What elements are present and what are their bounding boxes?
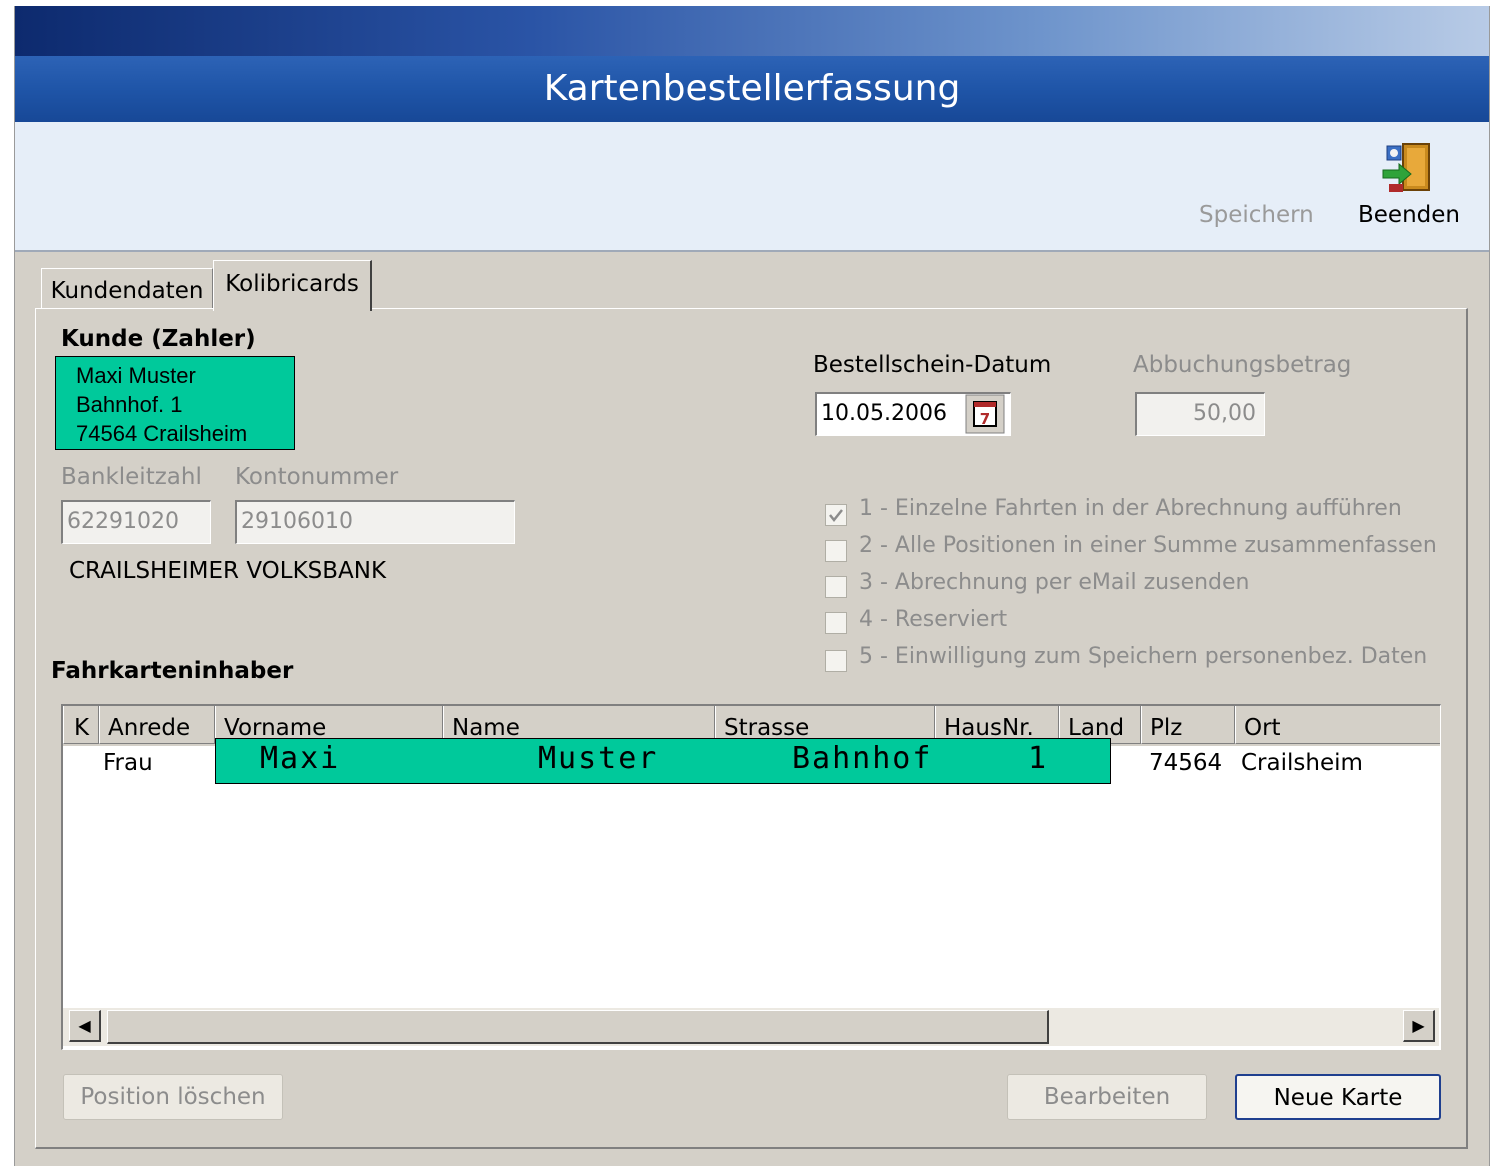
new-card-button[interactable]: Neue Karte xyxy=(1235,1074,1441,1120)
option-1-label: 1 - Einzelne Fahrten in der Abrechnung a… xyxy=(859,496,1402,521)
cell-hausnr: 1 xyxy=(1028,741,1049,776)
account-field[interactable]: 29106010 xyxy=(235,500,515,544)
save-button[interactable]: Speichern xyxy=(1199,202,1314,228)
option-3-checkbox[interactable] xyxy=(825,576,847,598)
cell-ort: Crailsheim xyxy=(1241,750,1363,776)
application-window: Kartenbestellerfassung Speichern Beenden… xyxy=(14,6,1490,1166)
edit-button[interactable]: Bearbeiten xyxy=(1007,1074,1207,1120)
window-title: Kartenbestellerfassung xyxy=(15,56,1489,122)
option-5-checkbox[interactable] xyxy=(825,650,847,672)
customer-name: Maxi Muster xyxy=(76,363,196,388)
column-header-anrede[interactable]: Anrede xyxy=(99,706,215,744)
exit-door-icon[interactable] xyxy=(1377,140,1437,196)
order-date-label: Bestellschein-Datum xyxy=(813,352,1052,378)
option-4-label: 4 - Reserviert xyxy=(859,607,1008,632)
scroll-left-icon[interactable]: ◀ xyxy=(69,1010,101,1042)
customer-street: Bahnhof. 1 xyxy=(76,392,183,417)
bank-code-label: Bankleitzahl xyxy=(61,464,202,490)
svg-text:7: 7 xyxy=(980,410,990,428)
holders-table: K Anrede Vorname Name Strasse HausNr. La… xyxy=(61,704,1441,1050)
horizontal-scrollbar[interactable]: ◀ ▶ xyxy=(63,1008,1439,1046)
bank-name: CRAILSHEIMER VOLKSBANK xyxy=(69,558,387,584)
account-label: Kontonummer xyxy=(235,464,399,490)
column-header-ort[interactable]: Ort xyxy=(1235,706,1440,744)
window-top-band xyxy=(15,6,1489,56)
toolbar: Speichern Beenden xyxy=(15,122,1489,252)
option-1-checkbox[interactable] xyxy=(825,504,847,526)
customer-section-title: Kunde (Zahler) xyxy=(61,326,256,352)
customer-city: 74564 Crailsheim xyxy=(76,421,248,446)
tab-kundendaten[interactable]: Kundendaten xyxy=(41,268,213,309)
holders-section-title: Fahrkarteninhaber xyxy=(51,658,294,684)
tab-kolibricards[interactable]: Kolibricards xyxy=(213,260,372,311)
option-2-label: 2 - Alle Positionen in einer Summe zusam… xyxy=(859,533,1437,558)
cell-vorname: Maxi xyxy=(260,741,341,776)
cell-anrede: Frau xyxy=(103,750,153,776)
option-4-checkbox[interactable] xyxy=(825,612,847,634)
scroll-right-icon[interactable]: ▶ xyxy=(1403,1010,1435,1042)
bank-code-field[interactable]: 62291020 xyxy=(61,500,211,544)
cell-name: Muster xyxy=(538,741,659,776)
option-2-checkbox[interactable] xyxy=(825,540,847,562)
amount-label: Abbuchungsbetrag xyxy=(1133,352,1352,378)
column-header-plz[interactable]: Plz xyxy=(1141,706,1235,744)
calendar-icon[interactable]: 7 xyxy=(965,394,1005,434)
cell-plz: 74564 xyxy=(1149,750,1223,776)
scrollbar-thumb[interactable] xyxy=(107,1010,1049,1044)
checkmark-icon xyxy=(829,509,843,523)
row-highlight: Maxi Muster Bahnhof 1 xyxy=(215,738,1111,784)
option-3-label: 3 - Abrechnung per eMail zusenden xyxy=(859,570,1250,595)
delete-position-button[interactable]: Position löschen xyxy=(63,1074,283,1120)
cell-strasse: Bahnhof xyxy=(792,741,933,776)
option-5-label: 5 - Einwilligung zum Speichern personenb… xyxy=(859,644,1428,669)
column-header-k[interactable]: K xyxy=(63,706,99,744)
amount-field[interactable]: 50,00 xyxy=(1135,392,1265,436)
exit-button[interactable]: Beenden xyxy=(1358,202,1460,228)
customer-address-box: Maxi Muster Bahnhof. 1 74564 Crailsheim xyxy=(55,356,295,450)
